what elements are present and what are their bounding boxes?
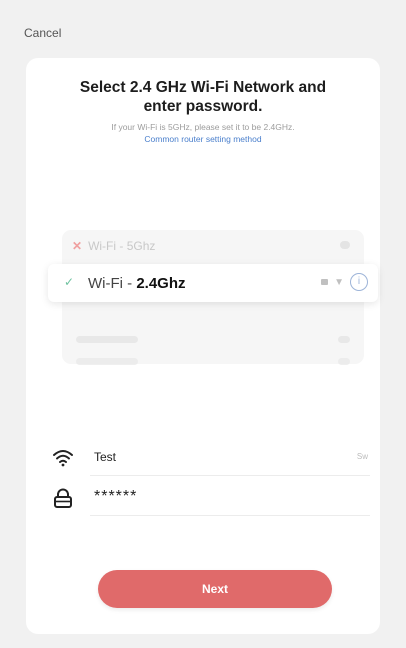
network-row-2-4ghz: ✓ Wi-Fi - 2.4Ghz ▼ i: [48, 264, 378, 302]
network-label-2-4ghz: Wi-Fi - 2.4Ghz: [88, 275, 186, 292]
password-value: ******: [94, 488, 138, 505]
wifi-setup-card: Select 2.4 GHz Wi-Fi Network and enter p…: [26, 58, 380, 634]
divider: [90, 475, 370, 476]
check-icon: ✓: [64, 275, 75, 289]
next-button[interactable]: Next: [98, 570, 332, 608]
password-field[interactable]: ******: [52, 482, 372, 516]
placeholder-row: [76, 336, 138, 343]
wifi-hint-text: If your Wi-Fi is 5GHz, please set it to …: [111, 122, 295, 132]
lock-icon: [321, 279, 329, 285]
placeholder-row: [76, 358, 138, 365]
page-title: Select 2.4 GHz Wi-Fi Network and enter p…: [26, 78, 380, 116]
title-line-1: Select 2.4 GHz Wi-Fi Network and: [79, 79, 327, 96]
cancel-button[interactable]: Cancel: [24, 26, 61, 40]
ssid-value: Test: [94, 450, 117, 464]
network-row-5ghz: ✕ Wi-Fi - 5Ghz: [72, 239, 354, 253]
wifi-signal-icon: [340, 241, 350, 249]
switch-network-link[interactable]: Sw: [357, 452, 368, 461]
lock-icon: [54, 488, 72, 508]
placeholder-icon: [338, 336, 350, 343]
divider: [90, 515, 370, 516]
placeholder-icon: [338, 358, 350, 365]
wifi-signal-icon: ▼: [334, 276, 344, 288]
title-line-2: enter password.: [143, 98, 263, 115]
wifi-icon: [53, 450, 73, 467]
network-label-5ghz: Wi-Fi - 5Ghz: [88, 239, 156, 253]
cross-icon: ✕: [72, 239, 83, 253]
info-icon: i: [350, 273, 368, 291]
router-setting-link[interactable]: Common router setting method: [26, 134, 380, 144]
ssid-field[interactable]: Test Sw: [52, 442, 372, 476]
